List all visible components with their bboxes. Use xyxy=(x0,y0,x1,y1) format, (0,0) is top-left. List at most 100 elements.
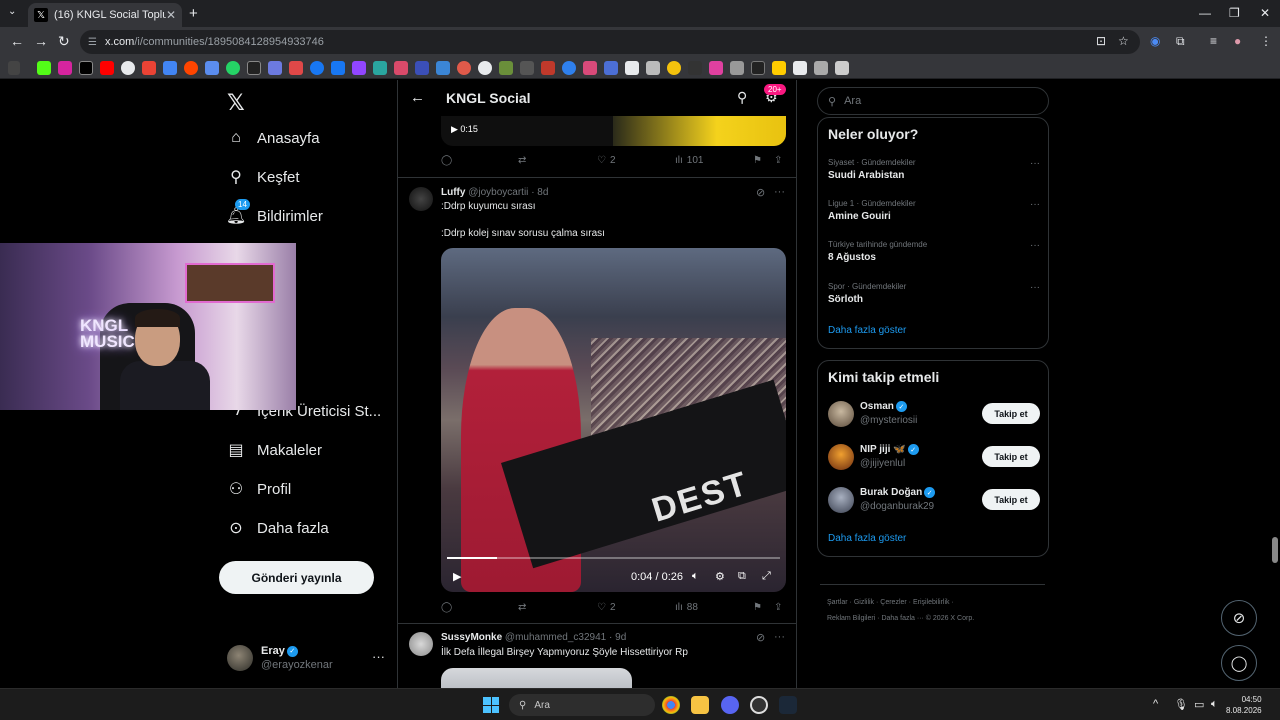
bookmark-icon[interactable] xyxy=(268,60,282,75)
bookmark-icon[interactable] xyxy=(499,60,513,75)
bookmark-icon[interactable] xyxy=(373,60,387,75)
discord-icon[interactable] xyxy=(721,696,739,714)
bookmark-icon[interactable] xyxy=(772,60,786,75)
bookmark-icon[interactable] xyxy=(604,60,618,75)
bookmark-icon[interactable] xyxy=(814,60,828,75)
volume-icon[interactable]: 🔈︎ xyxy=(1211,698,1218,711)
views-button[interactable]: ılı 88 xyxy=(675,602,698,613)
nav-notifications[interactable]: 🔔︎ 14 Bildirimler xyxy=(226,199,323,225)
tab-search-icon[interactable]: ⌄ xyxy=(8,6,16,17)
post-time[interactable]: · 8d xyxy=(531,187,548,198)
browser-tab[interactable]: 𝕏 (16) KNGL Social Topluluk / X ✕ xyxy=(28,3,182,27)
grok-icon[interactable]: ⊘ xyxy=(756,631,765,644)
microphone-icon[interactable]: 🎙︎ xyxy=(1174,698,1188,711)
restore-icon[interactable]: ❐ xyxy=(1229,6,1240,20)
more-dots-icon[interactable]: ··· xyxy=(1030,158,1040,169)
apps-grid-icon[interactable] xyxy=(8,60,20,75)
show-more-link[interactable]: Daha fazla göster xyxy=(828,325,906,336)
reply-icon[interactable]: ◯ xyxy=(441,602,452,613)
more-dots-icon[interactable]: ··· xyxy=(1030,199,1040,210)
bookmark-icon[interactable] xyxy=(688,60,702,75)
captions-icon[interactable]: ⧉ xyxy=(738,570,746,583)
profile-avatar-icon[interactable]: ● xyxy=(1234,34,1241,48)
bookmark-icon[interactable] xyxy=(142,60,156,75)
steam-icon[interactable] xyxy=(779,696,797,714)
bookmark-icon[interactable] xyxy=(331,60,345,75)
bookmark-icon[interactable] xyxy=(667,60,681,75)
taskbar-search[interactable]: ⚲ Ara xyxy=(509,694,655,716)
search-input[interactable]: ⚲ Ara xyxy=(817,87,1049,115)
close-tab-icon[interactable]: ✕ xyxy=(166,8,176,22)
bookmark-icon[interactable]: ⚑ xyxy=(753,155,762,166)
follow-suggestion[interactable]: Osman ✓ @mysteriosii Takip et xyxy=(828,399,1040,429)
nav-home[interactable]: ⌂ Anasayfa xyxy=(227,129,319,147)
minimize-icon[interactable]: — xyxy=(1199,6,1211,20)
fullscreen-icon[interactable]: ⤢ xyxy=(762,570,771,583)
play-icon[interactable]: ▶ xyxy=(453,570,461,583)
bookmark-icon[interactable] xyxy=(562,60,576,75)
site-info-icon[interactable]: ☰ xyxy=(88,37,97,48)
bookmark-icon[interactable] xyxy=(541,60,555,75)
repost-icon[interactable]: ⇄ xyxy=(518,155,526,166)
follow-button[interactable]: Takip et xyxy=(982,446,1040,467)
video-settings-icon[interactable]: ⚙ xyxy=(715,570,725,583)
bookmark-icon[interactable]: ⚑ xyxy=(753,602,762,613)
previous-post-media[interactable]: ▶ 0:15 xyxy=(441,116,786,146)
footer-links[interactable]: Şartlar · Gizlilik · Çerezler · Erişileb… xyxy=(827,599,954,606)
bookmark-star-icon[interactable]: ☆ xyxy=(1118,34,1129,48)
page-scrollbar[interactable] xyxy=(1272,537,1278,563)
url-field[interactable]: ☰ x.com/i/communities/189508412895493374… xyxy=(80,30,1140,54)
volume-icon[interactable]: 🔈︎ xyxy=(692,570,699,583)
new-tab-icon[interactable]: + xyxy=(189,5,198,22)
follow-button[interactable]: Takip et xyxy=(982,403,1040,424)
bookmark-icon[interactable] xyxy=(415,60,429,75)
bookmark-icon[interactable] xyxy=(247,60,261,75)
more-dots-icon[interactable]: ··· xyxy=(1030,240,1040,251)
forward-icon[interactable]: → xyxy=(34,33,48,49)
bookmark-icon[interactable] xyxy=(352,60,366,75)
bookmark-icon[interactable] xyxy=(226,60,240,75)
grok-icon[interactable]: ⊘ xyxy=(756,186,765,199)
bookmark-icon[interactable] xyxy=(625,60,639,75)
video-progress-bar[interactable] xyxy=(447,557,780,559)
reload-icon[interactable]: ↻ xyxy=(58,33,70,50)
bookmark-icon[interactable] xyxy=(289,60,303,75)
chrome-icon[interactable] xyxy=(662,696,680,714)
more-dots-icon[interactable]: ··· xyxy=(372,649,385,664)
browser-menu-icon[interactable]: ⋮ xyxy=(1260,34,1272,48)
avatar[interactable] xyxy=(828,444,854,470)
trend-item[interactable]: Siyaset · Gündemdekiler Suudi Arabistan … xyxy=(828,158,1040,181)
footer-links[interactable]: Reklam Bilgileri · Daha fazla ··· © 2026… xyxy=(827,615,974,622)
post-button[interactable]: Gönderi yayınla xyxy=(219,561,374,594)
bookmark-icon[interactable] xyxy=(58,60,72,75)
bookmark-icon[interactable] xyxy=(520,60,534,75)
taskbar-clock[interactable]: 04:50 8.08.2026 xyxy=(1226,694,1262,716)
bookmark-icon[interactable] xyxy=(121,60,135,75)
like-button[interactable]: ♡ 2 xyxy=(597,155,616,166)
install-app-icon[interactable]: ⊡ xyxy=(1096,34,1106,48)
follow-suggestion[interactable]: NIP jiji 🦋 ✓ @jijiyenlul Takip et xyxy=(828,442,1040,472)
bookmark-icon[interactable] xyxy=(310,60,324,75)
bookmark-icon[interactable] xyxy=(394,60,408,75)
windows-start-icon[interactable] xyxy=(483,697,499,713)
avatar[interactable] xyxy=(409,187,433,211)
avatar[interactable] xyxy=(409,632,433,656)
author-name[interactable]: SussyMonke xyxy=(441,632,502,643)
bookmark-icon[interactable] xyxy=(646,60,660,75)
trend-item[interactable]: Spor · Gündemdekiler Sörloth ··· xyxy=(828,282,1040,305)
bookmark-icon[interactable] xyxy=(730,60,744,75)
bookmark-icon[interactable] xyxy=(793,60,807,75)
views-button[interactable]: ılı 101 xyxy=(675,155,703,166)
media-icon[interactable]: ≡ xyxy=(1210,34,1217,48)
bookmark-icon[interactable] xyxy=(436,60,450,75)
bookmark-icon[interactable] xyxy=(751,60,765,75)
bookmark-icon[interactable] xyxy=(184,60,198,75)
search-icon[interactable]: ⚲ xyxy=(737,89,747,106)
repost-icon[interactable]: ⇄ xyxy=(518,602,526,613)
author-name[interactable]: Luffy xyxy=(441,187,465,198)
network-icon[interactable]: ▭ xyxy=(1194,698,1204,711)
bookmark-icon[interactable] xyxy=(79,60,93,75)
bookmark-icon[interactable] xyxy=(478,60,492,75)
account-switcher[interactable]: Eray ✓ @erayozkenar ··· xyxy=(227,643,387,673)
bookmark-icon[interactable] xyxy=(835,60,849,75)
